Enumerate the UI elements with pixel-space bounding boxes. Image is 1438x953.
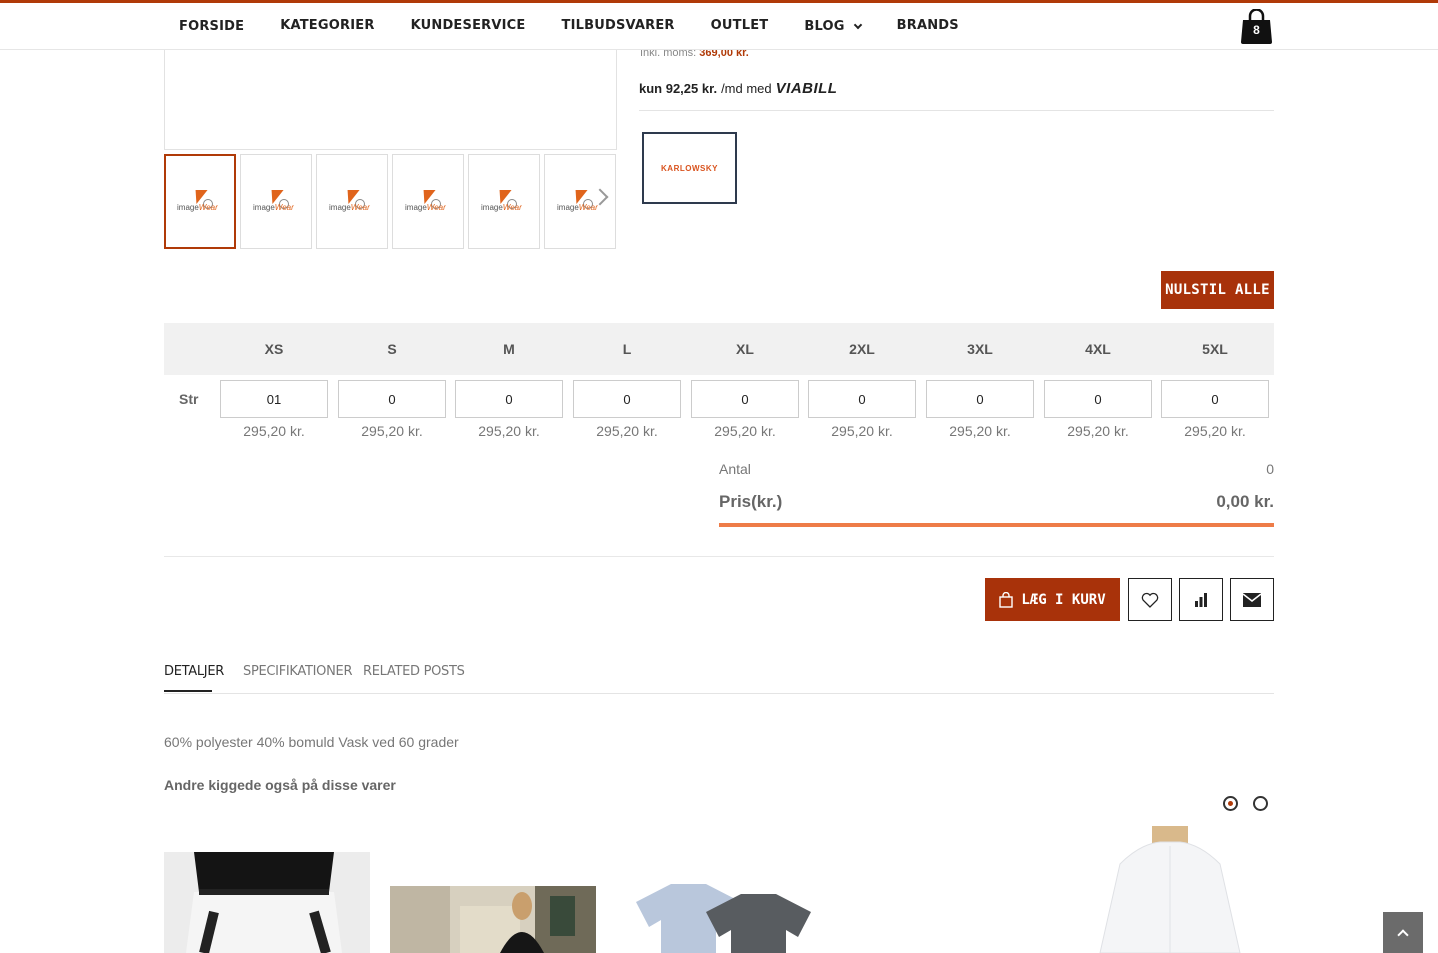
active-tab-indicator	[164, 690, 212, 692]
unit-price: 295,20 kr.	[243, 423, 305, 439]
reset-all-button[interactable]: NULSTIL ALLE	[1161, 271, 1274, 309]
add-to-cart-button[interactable]: LÆG I KURV	[985, 578, 1120, 621]
imagewear-logo: imageWear	[253, 189, 299, 214]
quantity-total-value: 0	[1266, 461, 1274, 477]
unit-price: 295,20 kr.	[831, 423, 893, 439]
quantity-input-xs[interactable]	[220, 380, 328, 418]
nav-item-blog-label: BLOG	[804, 19, 845, 34]
nav-item-kundeservice[interactable]: KUNDESERVICE	[411, 18, 526, 33]
size-label: 5XL	[1202, 341, 1228, 357]
quantity-input-4xl[interactable]	[1044, 380, 1152, 418]
thumbnail-strip: imageWear imageWear imageWear imageWear …	[164, 154, 620, 249]
quantity-input-3xl[interactable]	[926, 380, 1034, 418]
nav-item-forside[interactable]: FORSIDE	[179, 19, 244, 34]
unit-price: 295,20 kr.	[596, 423, 658, 439]
tab-related-posts[interactable]: RELATED POSTS	[363, 664, 465, 679]
bar-chart-icon	[1195, 592, 1207, 607]
chevron-down-icon	[853, 20, 862, 29]
quantity-input-l[interactable]	[573, 380, 681, 418]
carousel-dot[interactable]	[1223, 796, 1238, 811]
price-total-value: 0,00 kr.	[1216, 492, 1274, 511]
add-to-cart-label: LÆG I KURV	[1021, 591, 1106, 608]
size-label: XL	[736, 341, 754, 357]
price-total-label: Pris(kr.)	[719, 492, 783, 511]
imagewear-logo: imageWear	[177, 189, 223, 214]
brand-logo[interactable]: KARLOWSKY	[642, 132, 737, 204]
size-label: XS	[264, 341, 284, 357]
heart-icon	[1141, 592, 1159, 608]
nav-item-tilbudsvarer[interactable]: TILBUDSVARER	[562, 18, 675, 33]
quantity-input-xl[interactable]	[691, 380, 799, 418]
wishlist-button[interactable]	[1128, 578, 1172, 621]
viabill-line[interactable]: kun 92,25 kr. /md med VIABILL	[639, 80, 837, 97]
shopping-bag-icon	[999, 591, 1014, 608]
size-row-label: Str	[179, 391, 199, 407]
imagewear-logo: imageWear	[329, 189, 375, 214]
quantity-total-label: Antal	[719, 461, 751, 477]
product-image-apron[interactable]	[164, 852, 370, 953]
cart-count-badge: 8	[1253, 23, 1260, 37]
size-label: M	[503, 341, 515, 357]
woman-photo	[390, 886, 596, 953]
thumbnail[interactable]: imageWear	[392, 154, 464, 249]
size-label: S	[387, 341, 397, 357]
shirts-photo	[616, 872, 822, 953]
thumbnail[interactable]: imageWear	[544, 154, 616, 249]
unit-price: 295,20 kr.	[478, 423, 540, 439]
quantity-input-5xl[interactable]	[1161, 380, 1269, 418]
price-underline	[719, 523, 1274, 527]
nav-item-brands[interactable]: BRANDS	[897, 18, 959, 33]
back-to-top-button[interactable]	[1383, 912, 1423, 953]
unit-price: 295,20 kr.	[1067, 423, 1129, 439]
chef-jacket-photo	[1090, 824, 1250, 953]
compare-button[interactable]	[1179, 578, 1223, 621]
brand-logo-text: KARLOWSKY	[661, 163, 718, 173]
tab-detaljer[interactable]: DETALJER	[164, 664, 224, 679]
nav-item-kategorier[interactable]: KATEGORIER	[280, 18, 374, 33]
imagewear-logo: imageWear	[405, 189, 451, 214]
product-image-chef-jacket[interactable]	[1090, 824, 1250, 953]
thumbnail[interactable]: imageWear	[468, 154, 540, 249]
unit-price: 295,20 kr.	[1184, 423, 1246, 439]
product-description: 60% polyester 40% bomuld Vask ved 60 gra…	[164, 734, 459, 750]
email-button[interactable]	[1230, 578, 1274, 621]
size-label: 3XL	[967, 341, 993, 357]
main-product-image[interactable]	[164, 40, 617, 150]
also-viewed-title: Andre kiggede også på disse varer	[164, 777, 396, 793]
size-label: 2XL	[849, 341, 875, 357]
size-label: L	[622, 341, 632, 357]
nav-item-blog[interactable]: BLOG	[804, 19, 862, 34]
product-image-shirts[interactable]	[616, 872, 822, 953]
thumbnail[interactable]: imageWear	[164, 154, 236, 249]
divider	[164, 556, 1274, 557]
top-navigation-bar: FORSIDE KATEGORIER KUNDESERVICE TILBUDSV…	[0, 0, 1438, 50]
thumbnail[interactable]: imageWear	[316, 154, 388, 249]
quantity-input-2xl[interactable]	[808, 380, 916, 418]
imagewear-logo: imageWear	[481, 189, 527, 214]
cart-button[interactable]: 8	[1240, 9, 1273, 45]
quantity-input-m[interactable]	[455, 380, 563, 418]
unit-price: 295,20 kr.	[714, 423, 776, 439]
tabs-divider	[164, 693, 1274, 694]
apron-image	[164, 852, 370, 953]
size-label: 4XL	[1085, 341, 1111, 357]
quantity-input-s[interactable]	[338, 380, 446, 418]
unit-price: 295,20 kr.	[361, 423, 423, 439]
unit-price: 295,20 kr.	[949, 423, 1011, 439]
divider	[639, 110, 1274, 111]
envelope-icon	[1243, 592, 1261, 607]
viabill-monthly-amount: kun 92,25 kr.	[639, 81, 718, 96]
viabill-text: /md med	[721, 81, 772, 96]
chevron-up-icon	[1397, 928, 1409, 941]
main-nav: FORSIDE KATEGORIER KUNDESERVICE TILBUDSV…	[179, 17, 995, 34]
viabill-logo: VIABILL	[775, 80, 838, 97]
tab-specifikationer[interactable]: SPECIFIKATIONER	[243, 664, 352, 679]
product-image-woman[interactable]	[390, 886, 596, 953]
thumbnail[interactable]: imageWear	[240, 154, 312, 249]
nav-item-outlet[interactable]: OUTLET	[711, 18, 769, 33]
carousel-dot[interactable]	[1253, 796, 1268, 811]
